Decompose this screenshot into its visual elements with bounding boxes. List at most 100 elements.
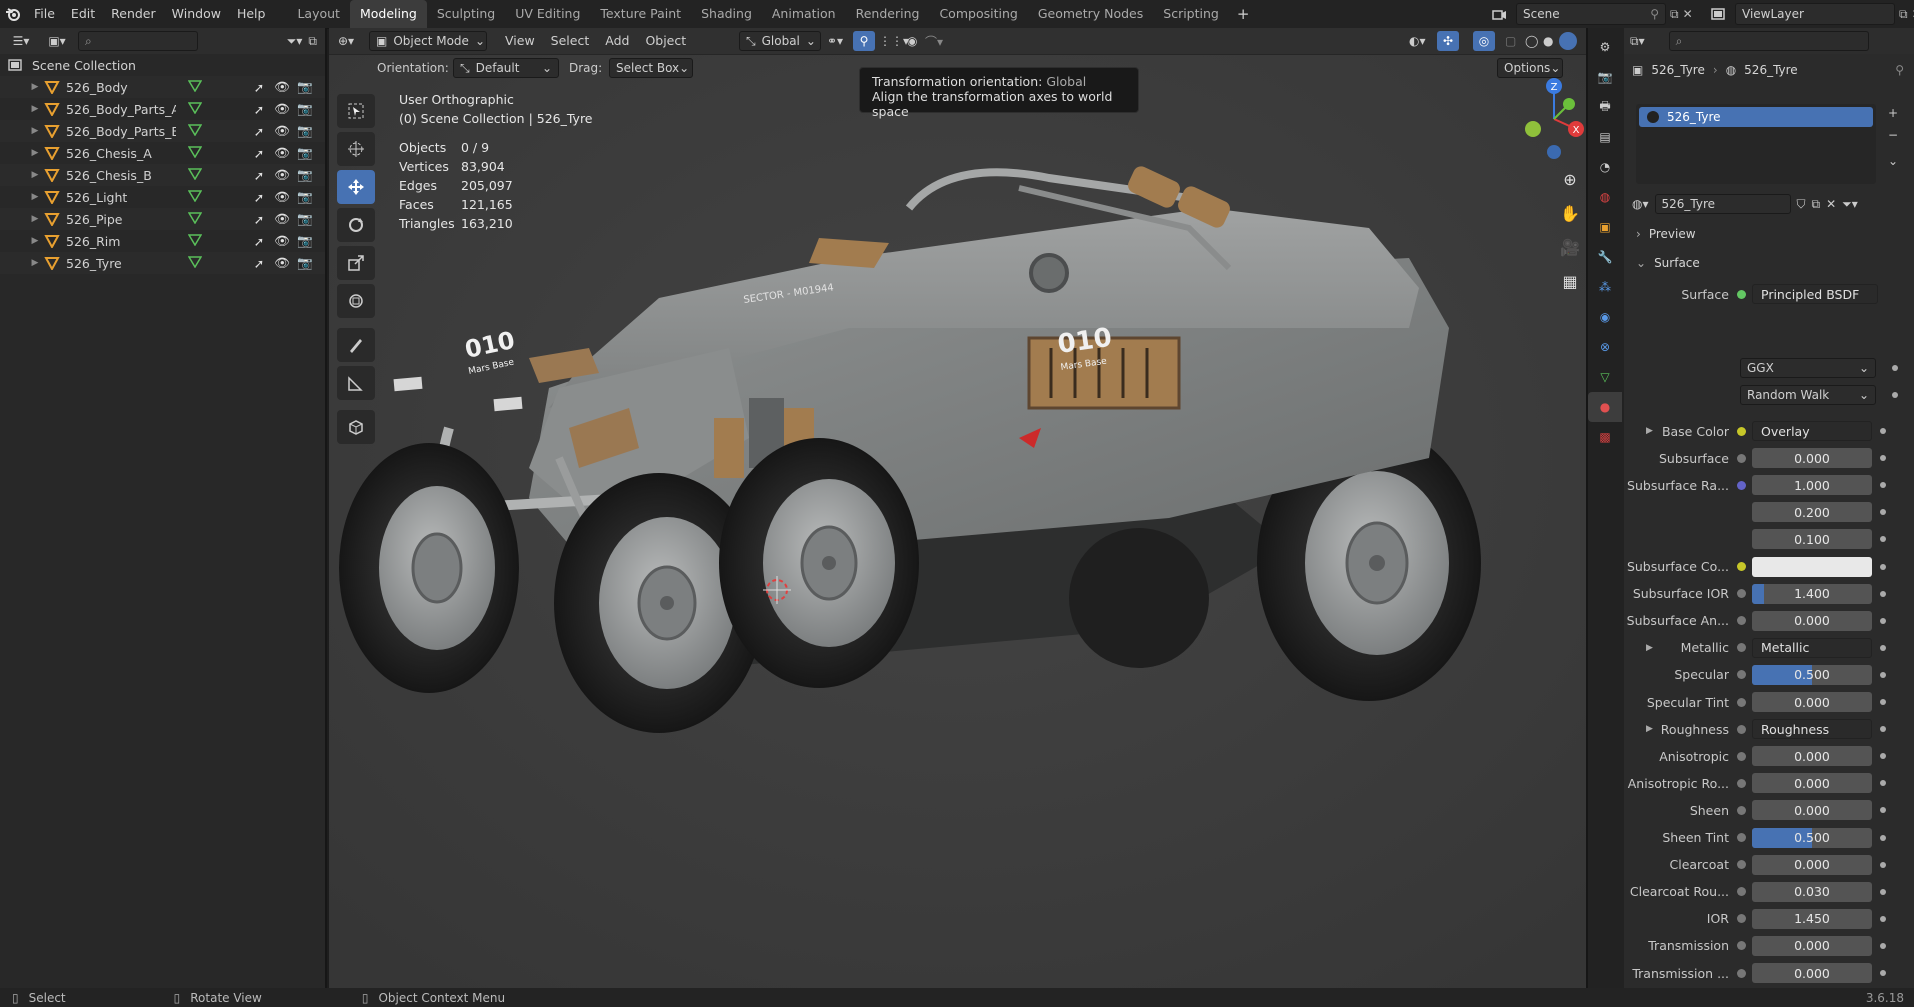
socket-icon[interactable] [1737,480,1746,490]
socket-icon[interactable] [1737,643,1746,653]
unlink-material-icon[interactable]: ✕ [1826,197,1836,211]
socket-icon[interactable] [1737,860,1746,870]
material-link-icon[interactable]: ⏷▾ [1842,197,1858,212]
camera-icon[interactable]: 📷 [297,255,313,270]
particles-tab-icon[interactable]: ⁂ [1588,272,1622,302]
tab-compositing[interactable]: Compositing [929,0,1027,28]
value-field[interactable]: 0.000 [1752,854,1872,875]
select-box-tool-icon[interactable] [337,94,375,128]
value-field[interactable]: 0.000 [1752,773,1872,794]
camera-icon[interactable]: 📷 [297,101,313,116]
filter-icon[interactable]: ⏷▾ [287,34,303,49]
expand-arrow-icon[interactable]: ▶ [1646,643,1653,653]
socket-icon[interactable] [1737,616,1746,626]
socket-icon[interactable] [1737,562,1746,571]
measure-tool-icon[interactable] [337,366,375,400]
keyframe-dot[interactable] [1880,970,1886,976]
eye-icon[interactable]: 👁 [274,167,290,182]
mesh-data-icon[interactable] [187,255,203,271]
fake-user-icon[interactable]: ⛉ [1797,197,1806,212]
menu-edit[interactable]: Edit [63,0,103,28]
value-field[interactable]: 0.030 [1752,881,1872,902]
keyframe-dot[interactable] [1880,644,1886,651]
keyframe-dot[interactable] [1880,563,1886,570]
snap-icon[interactable]: ⚲ [853,31,875,51]
annotate-tool-icon[interactable] [337,328,375,362]
drag-selector[interactable]: Select Box ⌄ [609,58,693,78]
outliner-item[interactable]: ▶ 526_Body_Parts_B ➚ 👁 📷 [0,120,325,142]
mesh-data-icon[interactable] [187,123,203,139]
selectable-icon[interactable]: ➚ [251,146,267,161]
scene-icon[interactable] [1486,3,1512,25]
selectable-icon[interactable]: ➚ [251,256,267,271]
browse-material-icon[interactable]: ◍▾ [1632,197,1649,211]
ortho-toggle-icon[interactable]: ▦ [1555,266,1585,296]
outliner-item[interactable]: ▶ 526_Chesis_B ➚ 👁 📷 [0,164,325,186]
linked-input-field[interactable]: Metallic [1752,637,1872,658]
tab-geometry-nodes[interactable]: Geometry Nodes [1028,0,1153,28]
mesh-data-icon[interactable] [187,101,203,117]
value-field[interactable]: 0.000 [1752,448,1872,469]
keyframe-dot[interactable] [1880,807,1886,814]
move-tool-icon[interactable] [337,170,375,204]
proportional-edit-icon[interactable]: ◉ [907,34,917,48]
value-field[interactable]: 0.000 [1752,935,1872,956]
value-field[interactable]: 1.400 [1752,583,1872,604]
preview-panel-header[interactable]: › Preview [1636,227,1696,241]
transform-orientation-selector[interactable]: ⤡ Global ⌄ [739,31,821,51]
material-slot-item[interactable]: 526_Tyre [1639,107,1873,127]
material-tab-icon[interactable]: ● [1588,392,1622,422]
selectable-icon[interactable]: ➚ [251,168,267,183]
camera-icon[interactable]: 📷 [297,145,313,160]
socket-icon[interactable] [1737,751,1746,761]
menu-file[interactable]: File [26,0,63,28]
linked-input-field[interactable]: Overlay [1752,421,1872,441]
linked-input-field[interactable]: Roughness [1752,719,1872,740]
world-tab-icon[interactable]: ◍ [1588,182,1622,212]
keyframe-dot[interactable] [1880,617,1886,624]
snap-target-icon[interactable]: ⋮⋮▾ [879,34,909,48]
constraints-tab-icon[interactable]: ⊗ [1588,332,1622,362]
keyframe-dot[interactable] [1880,509,1886,516]
mesh-data-icon[interactable] [187,167,203,183]
camera-icon[interactable]: 📷 [297,189,313,204]
eye-icon[interactable]: 👁 [274,255,290,270]
menu-help[interactable]: Help [229,0,274,28]
remove-slot-icon[interactable]: − [1888,128,1898,142]
tab-modeling[interactable]: Modeling [349,0,427,28]
material-shading-icon[interactable] [1559,32,1577,50]
tab-animation[interactable]: Animation [762,0,846,28]
expand-arrow-icon[interactable]: ▶ [1646,724,1653,734]
eye-icon[interactable]: 👁 [274,145,290,160]
keyframe-dot[interactable] [1880,699,1886,705]
xray-icon[interactable]: ▢ [1505,34,1516,48]
expand-arrow-icon[interactable]: ▶ [28,82,42,92]
outliner-search-input[interactable]: ⌕ [78,31,198,51]
outliner-item[interactable]: ▶ 526_Body_Parts_A ➚ 👁 📷 [0,98,325,120]
orientation-default-selector[interactable]: ⤡ Default ⌄ [453,58,559,78]
menu-window[interactable]: Window [164,0,229,28]
outliner-item[interactable]: ▶ 526_Chesis_A ➚ 👁 📷 [0,142,325,164]
socket-icon[interactable] [1737,724,1746,734]
tab-shading[interactable]: Shading [691,0,762,28]
overlay-toggle-icon[interactable]: ◎ [1473,31,1495,51]
keyframe-dot[interactable] [1880,455,1886,462]
selectable-icon[interactable]: ➚ [251,190,267,205]
pan-hand-icon[interactable]: ✋ [1555,198,1585,228]
pin-icon[interactable]: ⚲ [1895,63,1904,77]
slot-specials-icon[interactable]: ⌄ [1888,154,1898,168]
cursor-tool-icon[interactable] [337,132,375,166]
selectable-icon[interactable]: ➚ [251,80,267,95]
eye-icon[interactable]: 👁 [274,123,290,138]
socket-icon[interactable] [1737,426,1746,436]
viewport-menu-object[interactable]: Object [637,28,694,54]
scene-collection-row[interactable]: Scene Collection [0,54,325,76]
3d-viewport[interactable]: SECTOR - M01944 010 Mars Base 010 Mars B… [329,28,1586,988]
add-workspace-icon[interactable]: + [1229,0,1258,28]
outliner-item[interactable]: ▶ 526_Rim ➚ 👁 📷 [0,230,325,252]
physics-tab-icon[interactable]: ◉ [1588,302,1622,332]
subsurface-method-anim-dot[interactable] [1892,392,1898,398]
eye-icon[interactable]: 👁 [274,233,290,248]
visibility-icon[interactable]: ◐▾ [1409,34,1426,48]
texture-tab-icon[interactable]: ▩ [1588,422,1622,452]
